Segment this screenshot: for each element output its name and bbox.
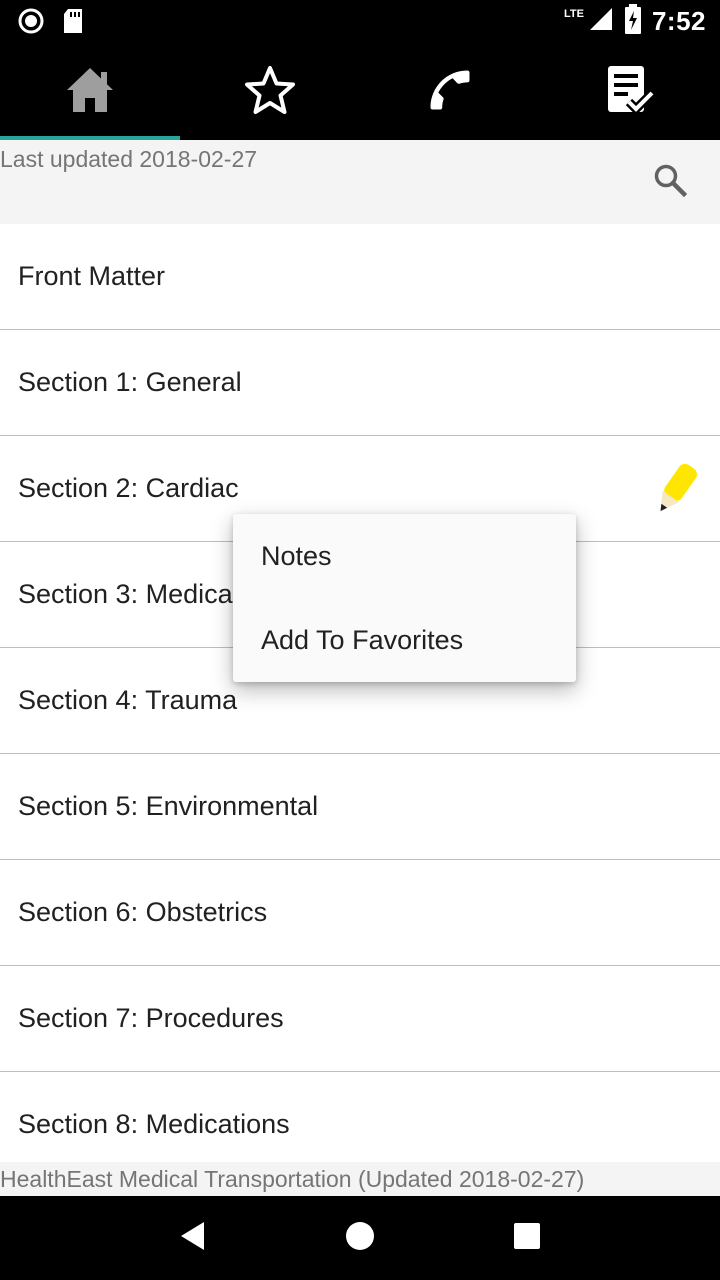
section-list: Front Matter Section 1: General Section … — [0, 224, 720, 1162]
menu-item-add-to-favorites[interactable]: Add To Favorites — [233, 598, 576, 682]
list-item-section-8[interactable]: Section 8: Medications — [0, 1072, 720, 1162]
list-item-section-6[interactable]: Section 6: Obstetrics — [0, 860, 720, 966]
menu-item-notes[interactable]: Notes — [233, 514, 576, 598]
network-type: LTE — [563, 7, 584, 20]
list-item-section-7[interactable]: Section 7: Procedures — [0, 966, 720, 1072]
list-item-front-matter[interactable]: Front Matter — [0, 224, 720, 330]
phone-icon — [424, 64, 476, 121]
home-icon — [65, 66, 115, 119]
signal-icon — [588, 6, 614, 37]
list-item-label: Section 4: Trauma — [18, 685, 238, 715]
list-item-label: Section 8: Medications — [18, 1109, 290, 1139]
back-icon — [178, 1220, 208, 1257]
pencil-note-icon[interactable] — [648, 460, 704, 523]
home-circle-icon — [344, 1220, 376, 1257]
list-item-label: Section 3: Medical — [18, 579, 239, 609]
system-nav-bar — [0, 1196, 720, 1280]
tab-bar — [0, 44, 720, 140]
header-strip: Last updated 2018-02-27 — [0, 140, 720, 224]
tab-phone[interactable] — [360, 44, 540, 140]
list-item-section-5[interactable]: Section 5: Environmental — [0, 754, 720, 860]
list-item-label: Section 7: Procedures — [18, 1003, 284, 1033]
status-bar: LTE 7:52 — [0, 0, 720, 44]
recents-icon — [513, 1222, 541, 1255]
record-icon — [18, 8, 44, 39]
footer-strip: HealthEast Medical Transportation (Updat… — [0, 1162, 720, 1196]
tab-checklist[interactable] — [540, 44, 720, 140]
list-item-section-1[interactable]: Section 1: General — [0, 330, 720, 436]
back-button[interactable] — [163, 1208, 223, 1268]
search-button[interactable] — [648, 160, 692, 204]
list-item-label: Section 5: Environmental — [18, 791, 319, 821]
sd-card-icon — [62, 8, 84, 39]
tab-favorites[interactable] — [180, 44, 360, 140]
recents-button[interactable] — [497, 1208, 557, 1268]
tab-home[interactable] — [0, 44, 180, 140]
list-item-label: Front Matter — [18, 261, 166, 291]
search-icon — [653, 163, 688, 202]
home-nav-button[interactable] — [330, 1208, 390, 1268]
checklist-icon — [605, 64, 656, 121]
list-item-label: Section 6: Obstetrics — [18, 897, 268, 927]
last-updated-text: Last updated 2018-02-27 — [0, 146, 258, 172]
context-menu: Notes Add To Favorites — [233, 514, 576, 682]
battery-charging-icon — [624, 4, 642, 39]
list-item-label: Section 2: Cardiac — [18, 473, 239, 503]
star-icon — [244, 65, 296, 120]
clock: 7:52 — [651, 6, 706, 36]
list-item-label: Section 1: General — [18, 367, 242, 397]
footer-text: HealthEast Medical Transportation (Updat… — [0, 1166, 585, 1192]
